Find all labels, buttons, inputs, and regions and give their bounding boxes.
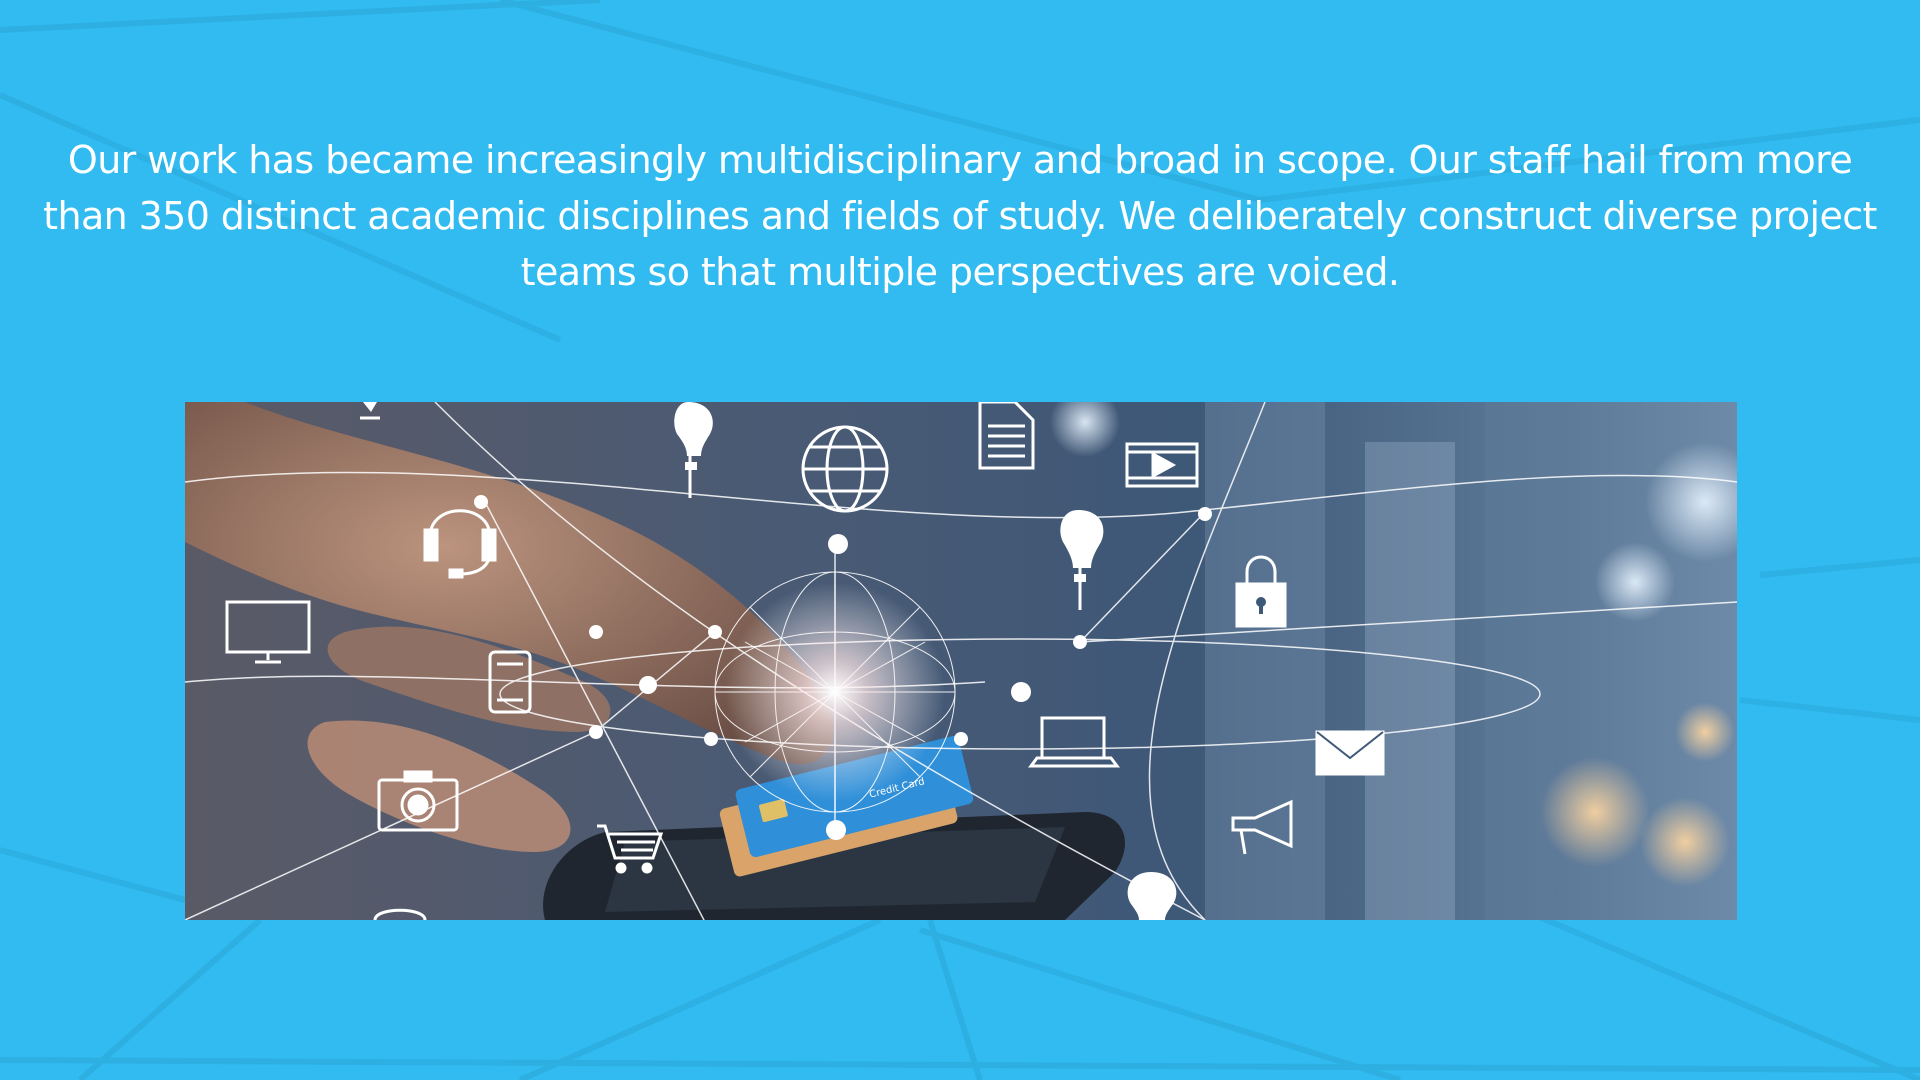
photo-illustration: Credit Card (185, 402, 1737, 920)
slide: Our work has became increasingly multidi… (0, 0, 1920, 1080)
network-technology-photo: Credit Card (185, 402, 1737, 920)
envelope-icon (1315, 730, 1385, 776)
body-paragraph: Our work has became increasingly multidi… (43, 138, 1877, 294)
